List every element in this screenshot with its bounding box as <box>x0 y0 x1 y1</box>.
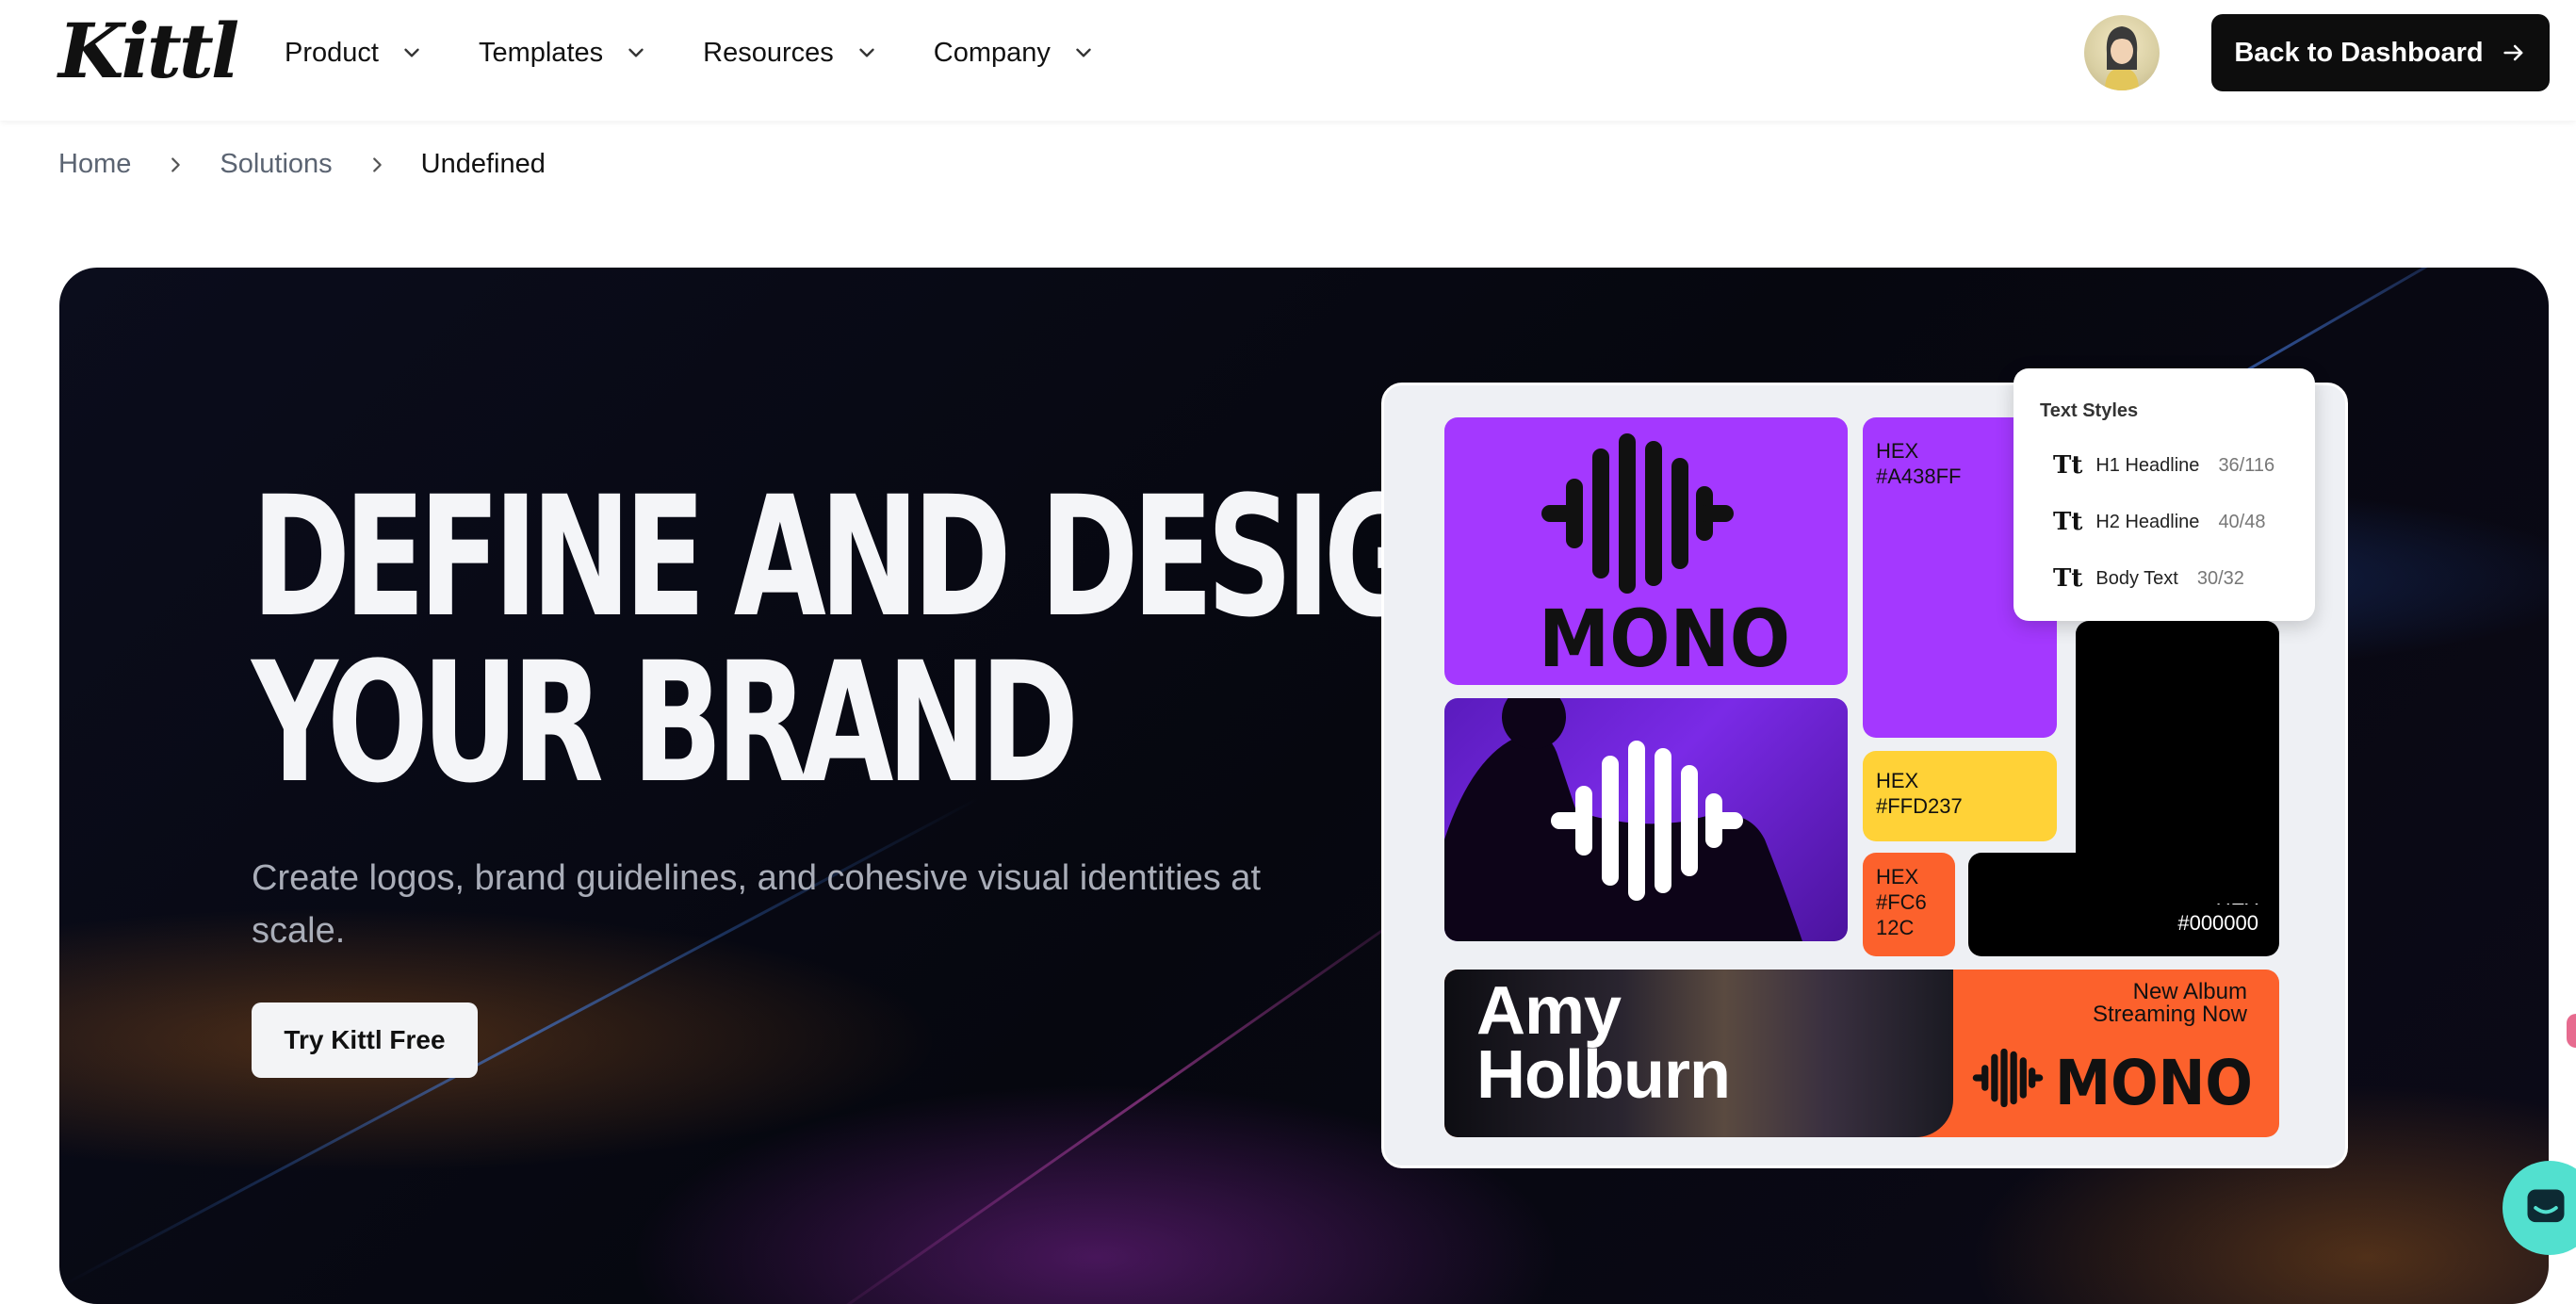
color-swatch-black-top <box>2076 621 2279 904</box>
hex-value: #A438FF <box>1876 465 1962 488</box>
try-kittl-free-button[interactable]: Try Kittl Free <box>252 1002 478 1078</box>
nav-templates[interactable]: Templates <box>479 34 648 72</box>
nav-label: Company <box>933 37 1051 68</box>
hex-value: #FFD237 <box>1876 794 1963 818</box>
text-style-row[interactable]: Tt H2 Headline 40/48 <box>2053 508 2266 536</box>
kittl-logo[interactable]: Kittl <box>58 13 239 89</box>
arrow-right-icon <box>2503 44 2523 61</box>
breadcrumb: Home Solutions Undefined <box>58 149 546 180</box>
swatch-label: HEX #FC6 12C <box>1876 864 1927 940</box>
hero-headline: DEFINE AND DESIGN YOUR BRAND <box>252 461 1515 820</box>
breadcrumb-current: Undefined <box>420 149 546 179</box>
chevron-down-icon <box>404 48 419 57</box>
avatar-illustration <box>2105 26 2139 90</box>
text-style-name: Body Text <box>2095 567 2178 589</box>
waveform-logo-icon <box>1541 433 1734 594</box>
swatch-label: HEX #FFD237 <box>1876 768 1963 819</box>
mono-wordmark: MONO <box>2055 1047 2253 1119</box>
hero-headline-line2: YOUR BRAND <box>252 627 1079 820</box>
chat-icon <box>2527 1189 2565 1223</box>
user-avatar[interactable] <box>2084 15 2160 90</box>
text-style-row[interactable]: Tt Body Text 30/32 <box>2053 564 2244 593</box>
back-to-dashboard-button[interactable]: Back to Dashboard <box>2211 14 2550 91</box>
dashboard-button-label: Back to Dashboard <box>2234 37 2484 68</box>
text-style-name: H2 Headline <box>2095 511 2200 532</box>
text-style-size: 30/32 <box>2196 567 2244 589</box>
hex-caption: HEX <box>1876 865 1919 888</box>
text-type-icon: Tt <box>2053 564 2083 593</box>
artist-line2: Holburn <box>1476 1037 1731 1113</box>
text-style-row[interactable]: Tt H1 Headline 36/116 <box>2053 451 2274 480</box>
hex-value: #000000 <box>2177 911 2258 935</box>
nav-resources[interactable]: Resources <box>703 34 879 72</box>
tagline-line1: New Album <box>2132 979 2247 1004</box>
side-tab[interactable] <box>2567 1014 2576 1048</box>
hex-value-line1: #FC6 <box>1876 890 1927 914</box>
hex-caption: HEX <box>1876 769 1919 792</box>
hex-caption: HEX <box>1876 439 1919 463</box>
hero-subtitle: Create logos, brand guidelines, and cohe… <box>252 858 1261 951</box>
chevron-right-icon <box>171 156 181 172</box>
nav-label: Product <box>285 37 379 68</box>
color-swatch-orange: HEX #FC6 12C <box>1863 853 1955 956</box>
waveform-logo-icon <box>1551 741 1743 901</box>
top-navigation-bar: Kittl Product Templates Resources Compan… <box>0 0 2576 121</box>
chevron-right-icon <box>372 156 382 172</box>
text-type-icon: Tt <box>2053 451 2083 480</box>
chevron-down-icon <box>859 48 874 57</box>
nav-product[interactable]: Product <box>285 34 424 72</box>
artist-line1: Amy <box>1476 973 1622 1049</box>
nav-company[interactable]: Company <box>934 34 1096 72</box>
album-banner: Amy Holburn New Album Streaming Now MONO <box>1444 970 2279 1137</box>
hex-value-line2: 12C <box>1876 916 1915 939</box>
chevron-down-icon <box>628 48 644 57</box>
hero-headline-line1: DEFINE AND DESIGN <box>252 461 1515 654</box>
banner-artist-name: Amy Holburn <box>1476 973 1731 1113</box>
album-art-tile <box>1444 698 1848 941</box>
color-swatch-yellow: HEX #FFD237 <box>1863 751 2057 841</box>
text-style-size: 40/48 <box>2218 511 2266 532</box>
text-styles-title: Text Styles <box>2040 400 2139 421</box>
nav-label: Resources <box>703 37 834 68</box>
tagline-line2: Streaming Now <box>2092 1002 2247 1027</box>
text-style-name: H1 Headline <box>2095 454 2200 476</box>
mono-logo-tile: MONO <box>1444 417 1848 685</box>
text-styles-panel: Text Styles Tt H1 Headline 36/116 Tt H2 … <box>2014 368 2315 621</box>
text-style-size: 36/116 <box>2218 454 2275 476</box>
text-type-icon: Tt <box>2053 508 2083 536</box>
swatch-label: HEX #A438FF <box>1876 438 1962 489</box>
main-nav: Product Templates Resources Company <box>285 34 1150 72</box>
chevron-down-icon <box>1076 48 1091 57</box>
breadcrumb-solutions[interactable]: Solutions <box>220 149 332 180</box>
breadcrumb-home[interactable]: Home <box>58 149 131 180</box>
nav-label: Templates <box>478 37 604 68</box>
mono-wordmark: MONO <box>1539 593 1791 685</box>
waveform-logo-icon <box>1972 1048 2044 1108</box>
banner-tagline: New Album Streaming Now <box>2093 981 2247 1026</box>
